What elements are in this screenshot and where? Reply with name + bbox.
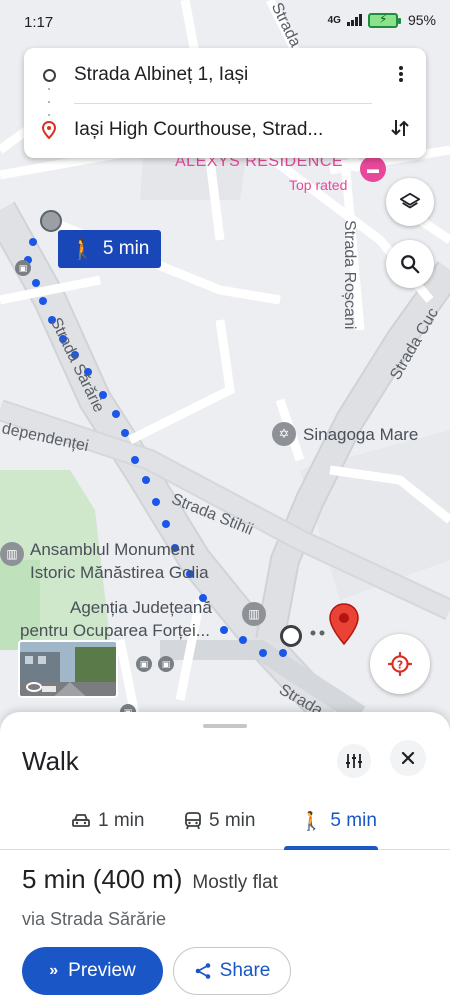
close-button[interactable] [390, 740, 426, 776]
share-label: Share [219, 960, 271, 981]
svg-text:?: ? [397, 658, 403, 671]
travel-mode-tabs: 1 min 5 min 🚶 5 min [0, 792, 450, 850]
transit-icon [185, 812, 201, 830]
summary-description: Mostly flat [192, 872, 278, 893]
status-indicators: 4G ⚡ 95% [327, 12, 436, 29]
tune-icon [346, 754, 362, 768]
bus-stop-icon[interactable]: ▣ [15, 260, 31, 276]
bus-stop-icon[interactable]: ▣ [158, 656, 174, 672]
double-chevron-icon: » [49, 962, 59, 979]
street-view-thumbnail[interactable] [18, 640, 118, 698]
poi-label-golia-1[interactable]: Ansamblul Monument [30, 540, 194, 560]
destination-pin-icon [42, 121, 56, 139]
hotel-icon[interactable]: ▬ [360, 156, 386, 182]
walk-time-chip[interactable]: 🚶 5 min [58, 230, 162, 268]
poi-icon-synagogue[interactable]: ✡ [272, 422, 296, 446]
poi-icon-agentia[interactable]: ▥ [242, 602, 266, 626]
street-label-roscani: Strada Roșcani [341, 220, 358, 330]
route-summary: 5 min (400 m) Mostly flat [22, 864, 278, 895]
my-location-button[interactable]: ? [370, 634, 430, 694]
poi-label-agentia-1[interactable]: Agenția Județeană [70, 598, 212, 618]
poi-label-sinagoga[interactable]: Sinagoga Mare [303, 425, 418, 445]
directions-sheet: Walk 1 min 5 min 🚶 5 min 5 min (400 m) M… [0, 712, 450, 1000]
origin-row[interactable]: Strada Albineț 1, Iași [24, 50, 426, 100]
origin-input[interactable]: Strada Albineț 1, Iași [74, 64, 374, 86]
car-icon [72, 814, 90, 827]
tab-walk-label: 5 min [330, 810, 377, 831]
swap-icon[interactable] [388, 116, 412, 140]
bus-stop-icon[interactable]: ▣ [136, 656, 152, 672]
tab-drive[interactable]: 1 min [72, 792, 144, 850]
top-rated-label: Top rated [289, 177, 348, 193]
my-location-icon: ? [388, 652, 412, 676]
route-divider [74, 103, 372, 104]
tab-drive-label: 1 min [98, 810, 145, 831]
signal-icon [346, 14, 362, 26]
sheet-title: Walk [22, 746, 79, 776]
share-button[interactable]: Share [173, 947, 291, 995]
share-icon [195, 963, 210, 979]
status-bar: 1:17 4G ⚡ 95% [0, 0, 450, 44]
route-options-button[interactable] [337, 744, 371, 778]
route-via: via Strada Sărărie [22, 909, 167, 929]
route-card: Strada Albineț 1, Iași Iași High Courtho… [24, 48, 426, 158]
walk-icon: 🚶 [70, 238, 95, 261]
active-tab-indicator [284, 846, 378, 850]
status-time: 1:17 [24, 14, 54, 31]
destination-row[interactable]: Iași High Courthouse, Strad... [24, 105, 426, 155]
network-type: 4G [327, 14, 341, 26]
walk-icon: 🚶 [300, 810, 323, 831]
poi-label-golia-2[interactable]: Istoric Mănăstirea Golia [30, 563, 209, 583]
battery-icon: ⚡ [367, 12, 401, 28]
destination-input[interactable]: Iași High Courthouse, Strad... [74, 119, 374, 141]
search-button[interactable] [386, 240, 434, 288]
tab-transit-label: 5 min [209, 810, 256, 831]
sheet-drag-handle[interactable] [203, 724, 247, 728]
tab-transit[interactable]: 5 min [185, 792, 255, 850]
destination-circle[interactable] [280, 625, 302, 647]
search-icon [401, 255, 420, 274]
layers-button[interactable] [386, 178, 434, 226]
poi-label-agentia-2[interactable]: pentru Ocuparea Forței... [20, 621, 210, 641]
battery-level: 95% [407, 12, 436, 28]
preview-label: Preview [68, 960, 136, 981]
more-options-icon[interactable] [390, 62, 412, 86]
summary-time: 5 min (400 m) [22, 864, 183, 894]
layers-icon [399, 192, 421, 209]
origin-marker[interactable] [40, 210, 62, 232]
poi-icon-golia[interactable]: ▥ [0, 542, 24, 566]
red-pin-icon[interactable] [328, 602, 360, 646]
walk-chip-label: 5 min [102, 238, 150, 259]
street-view-icon [26, 682, 42, 692]
origin-circle-icon [42, 68, 56, 82]
preview-button[interactable]: » Preview [22, 947, 163, 995]
tab-walk[interactable]: 🚶 5 min [300, 792, 377, 850]
close-icon [401, 751, 415, 765]
